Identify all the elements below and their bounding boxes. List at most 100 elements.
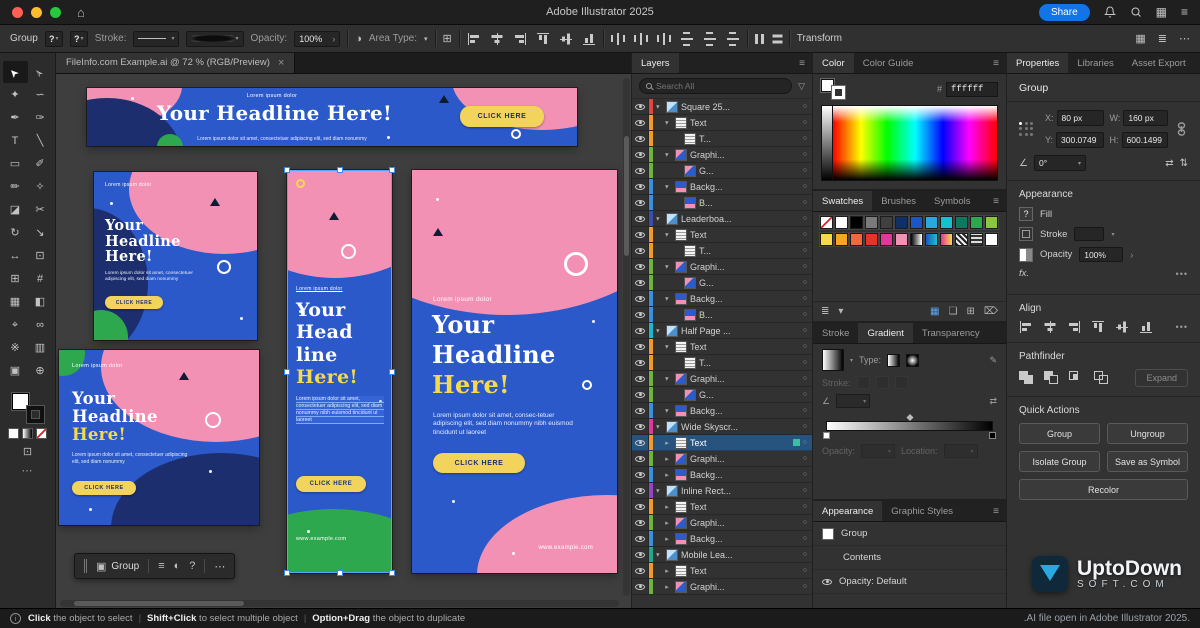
- selection-handle[interactable]: [389, 369, 395, 375]
- tool-type[interactable]: T: [3, 130, 28, 152]
- target-circle-icon[interactable]: ○: [803, 119, 807, 126]
- stroke-color-chip[interactable]: ?▾: [70, 31, 88, 47]
- grayscale-ramp[interactable]: [821, 105, 832, 181]
- tool-perspective-grid[interactable]: #: [28, 268, 53, 290]
- banner-headline[interactable]: YourHeadlineHere!: [72, 390, 158, 443]
- gradient-stop-black[interactable]: [989, 432, 996, 439]
- layer-row[interactable]: ▸Inline Rect...○: [632, 483, 812, 499]
- visibility-toggle[interactable]: [632, 227, 649, 242]
- gradient-mode-button[interactable]: [22, 428, 33, 439]
- visibility-toggle[interactable]: [632, 179, 649, 194]
- align-v-middle-icon[interactable]: [560, 32, 572, 46]
- target-circle-icon[interactable]: ○: [803, 535, 807, 542]
- tool-scale[interactable]: ↘: [28, 222, 53, 244]
- layer-row[interactable]: T...○: [632, 131, 812, 147]
- canvas[interactable]: Lorem ipsum dolor Your Headline Here! Lo…: [56, 74, 631, 608]
- align-v-bottom-icon[interactable]: [583, 32, 595, 46]
- target-circle-icon[interactable]: ○: [803, 135, 807, 142]
- tool-pen[interactable]: ✒: [3, 107, 28, 129]
- delete-swatch-icon[interactable]: ⌦: [984, 306, 998, 317]
- tool-shape-builder[interactable]: ⊞: [3, 268, 28, 290]
- expand-arrow-icon[interactable]: ▸: [663, 230, 671, 240]
- tab-stroke[interactable]: Stroke: [813, 323, 858, 343]
- gradient-slider[interactable]: [822, 415, 997, 439]
- swatch-kinds-icon[interactable]: ▾: [838, 306, 843, 317]
- drag-grip-icon[interactable]: [84, 559, 87, 573]
- visibility-toggle[interactable]: [632, 211, 649, 226]
- visibility-toggle[interactable]: [632, 323, 649, 338]
- layers-search-box[interactable]: [639, 78, 792, 94]
- gradient-midpoint-handle[interactable]: [906, 414, 913, 421]
- reverse-gradient-icon[interactable]: ⇄: [989, 396, 997, 407]
- tool-artboard[interactable]: ▣: [3, 360, 28, 382]
- visibility-toggle[interactable]: [632, 483, 649, 498]
- appearance-row-opacity[interactable]: Opacity: Default: [813, 570, 1006, 594]
- target-circle-icon[interactable]: ○: [803, 263, 807, 270]
- edit-gradient-icon[interactable]: ✎: [989, 355, 997, 366]
- bell-icon[interactable]: [1104, 6, 1116, 18]
- target-circle-icon[interactable]: ○: [803, 327, 807, 334]
- tab-brushes[interactable]: Brushes: [872, 191, 925, 211]
- banner-body[interactable]: Lorem ipsum dolor sit amet, consectetuer…: [105, 271, 201, 283]
- expand-arrow-icon[interactable]: ▸: [654, 550, 662, 560]
- pathfinder-minus-front-icon[interactable]: [1044, 371, 1060, 385]
- layer-row[interactable]: ▸Text○: [632, 115, 812, 131]
- rotation-select[interactable]: 0°▾: [1034, 155, 1086, 171]
- tool-shaper[interactable]: ✧: [28, 176, 53, 198]
- stroke-color-chip[interactable]: [1019, 227, 1033, 241]
- tool-direct-selection[interactable]: ➢: [28, 61, 53, 83]
- stop-opacity-field[interactable]: ▾: [861, 444, 895, 458]
- selection-handle[interactable]: [389, 167, 395, 173]
- target-circle-icon[interactable]: ○: [803, 199, 807, 206]
- banner-headline[interactable]: Your Headline Here!: [97, 103, 452, 125]
- quick-action-recolor[interactable]: Recolor: [1019, 479, 1188, 500]
- layer-row[interactable]: G...○: [632, 387, 812, 403]
- panel-menu-icon[interactable]: ≡: [792, 53, 812, 73]
- visibility-toggle[interactable]: [632, 131, 649, 146]
- tab-color-guide[interactable]: Color Guide: [854, 53, 923, 73]
- layer-row[interactable]: ▸Wide Skyscr...○: [632, 419, 812, 435]
- layer-row[interactable]: ▸Leaderboa...○: [632, 211, 812, 227]
- tool-magic-wand[interactable]: ✦: [3, 84, 28, 106]
- toolbar-more-button[interactable]: ⋯: [0, 464, 55, 477]
- artboard-square[interactable]: Lorem ipsum dolor YourHeadlineHere! Lore…: [94, 172, 257, 340]
- tool-scissors[interactable]: ✂: [28, 199, 53, 221]
- color-spectrum[interactable]: [832, 105, 998, 181]
- fill-stroke-chips[interactable]: [821, 79, 845, 99]
- cta-button[interactable]: CLICK HERE: [433, 453, 525, 473]
- distribute-h-left-icon[interactable]: [681, 32, 693, 46]
- expand-arrow-icon[interactable]: ▸: [662, 471, 672, 479]
- stroke-weight-select[interactable]: ▾: [133, 31, 179, 47]
- arrange-icon[interactable]: ▦: [1135, 32, 1145, 45]
- fill-stroke-indicator[interactable]: [11, 392, 45, 424]
- y-input[interactable]: 300.0749: [1056, 132, 1103, 148]
- swatch-libraries-icon[interactable]: ≣: [821, 306, 829, 317]
- distribute-spacing-v-icon[interactable]: [755, 34, 764, 44]
- tab-gradient[interactable]: Gradient: [858, 323, 912, 343]
- gradient-preview-chip[interactable]: [822, 349, 844, 371]
- swatch[interactable]: [835, 233, 848, 246]
- target-circle-icon[interactable]: ○: [803, 167, 807, 174]
- brush-definition-select[interactable]: ▾: [186, 31, 243, 47]
- tab-layers[interactable]: Layers: [632, 53, 679, 73]
- layer-row[interactable]: ▸Graphi...○: [632, 259, 812, 275]
- tool-eyedropper[interactable]: ⌖: [3, 314, 28, 336]
- quick-action-group[interactable]: Group: [1019, 423, 1100, 444]
- align-h-center-icon[interactable]: [490, 33, 504, 45]
- effects-fx-button[interactable]: fx.: [1019, 268, 1029, 279]
- reference-point-selector[interactable]: [1019, 122, 1034, 137]
- menu-icon[interactable]: ≡: [1181, 5, 1188, 19]
- quick-action-ungroup[interactable]: Ungroup: [1107, 423, 1188, 444]
- visibility-toggle[interactable]: [632, 291, 649, 306]
- more-align-icon[interactable]: •••: [1176, 322, 1188, 332]
- tool-gradient[interactable]: ◧: [28, 291, 53, 313]
- document-tab[interactable]: FileInfo.com Example.ai @ 72 % (RGB/Prev…: [56, 53, 295, 73]
- cta-button[interactable]: CLICK HERE: [105, 296, 163, 309]
- align-v-top-icon[interactable]: [1092, 320, 1104, 334]
- quick-action-save-as-symbol[interactable]: Save as Symbol: [1107, 451, 1188, 472]
- align-h-right-icon[interactable]: [1067, 321, 1081, 333]
- artboard-rectangle[interactable]: Lorem ipsum dolor YourHeadlineHere! Lore…: [59, 350, 259, 525]
- new-swatch-icon[interactable]: ⊞: [966, 306, 974, 317]
- close-tab-icon[interactable]: ×: [278, 57, 284, 69]
- floating-task-bar[interactable]: ▣ Group ≡ ◐ ? ⋯: [74, 553, 235, 579]
